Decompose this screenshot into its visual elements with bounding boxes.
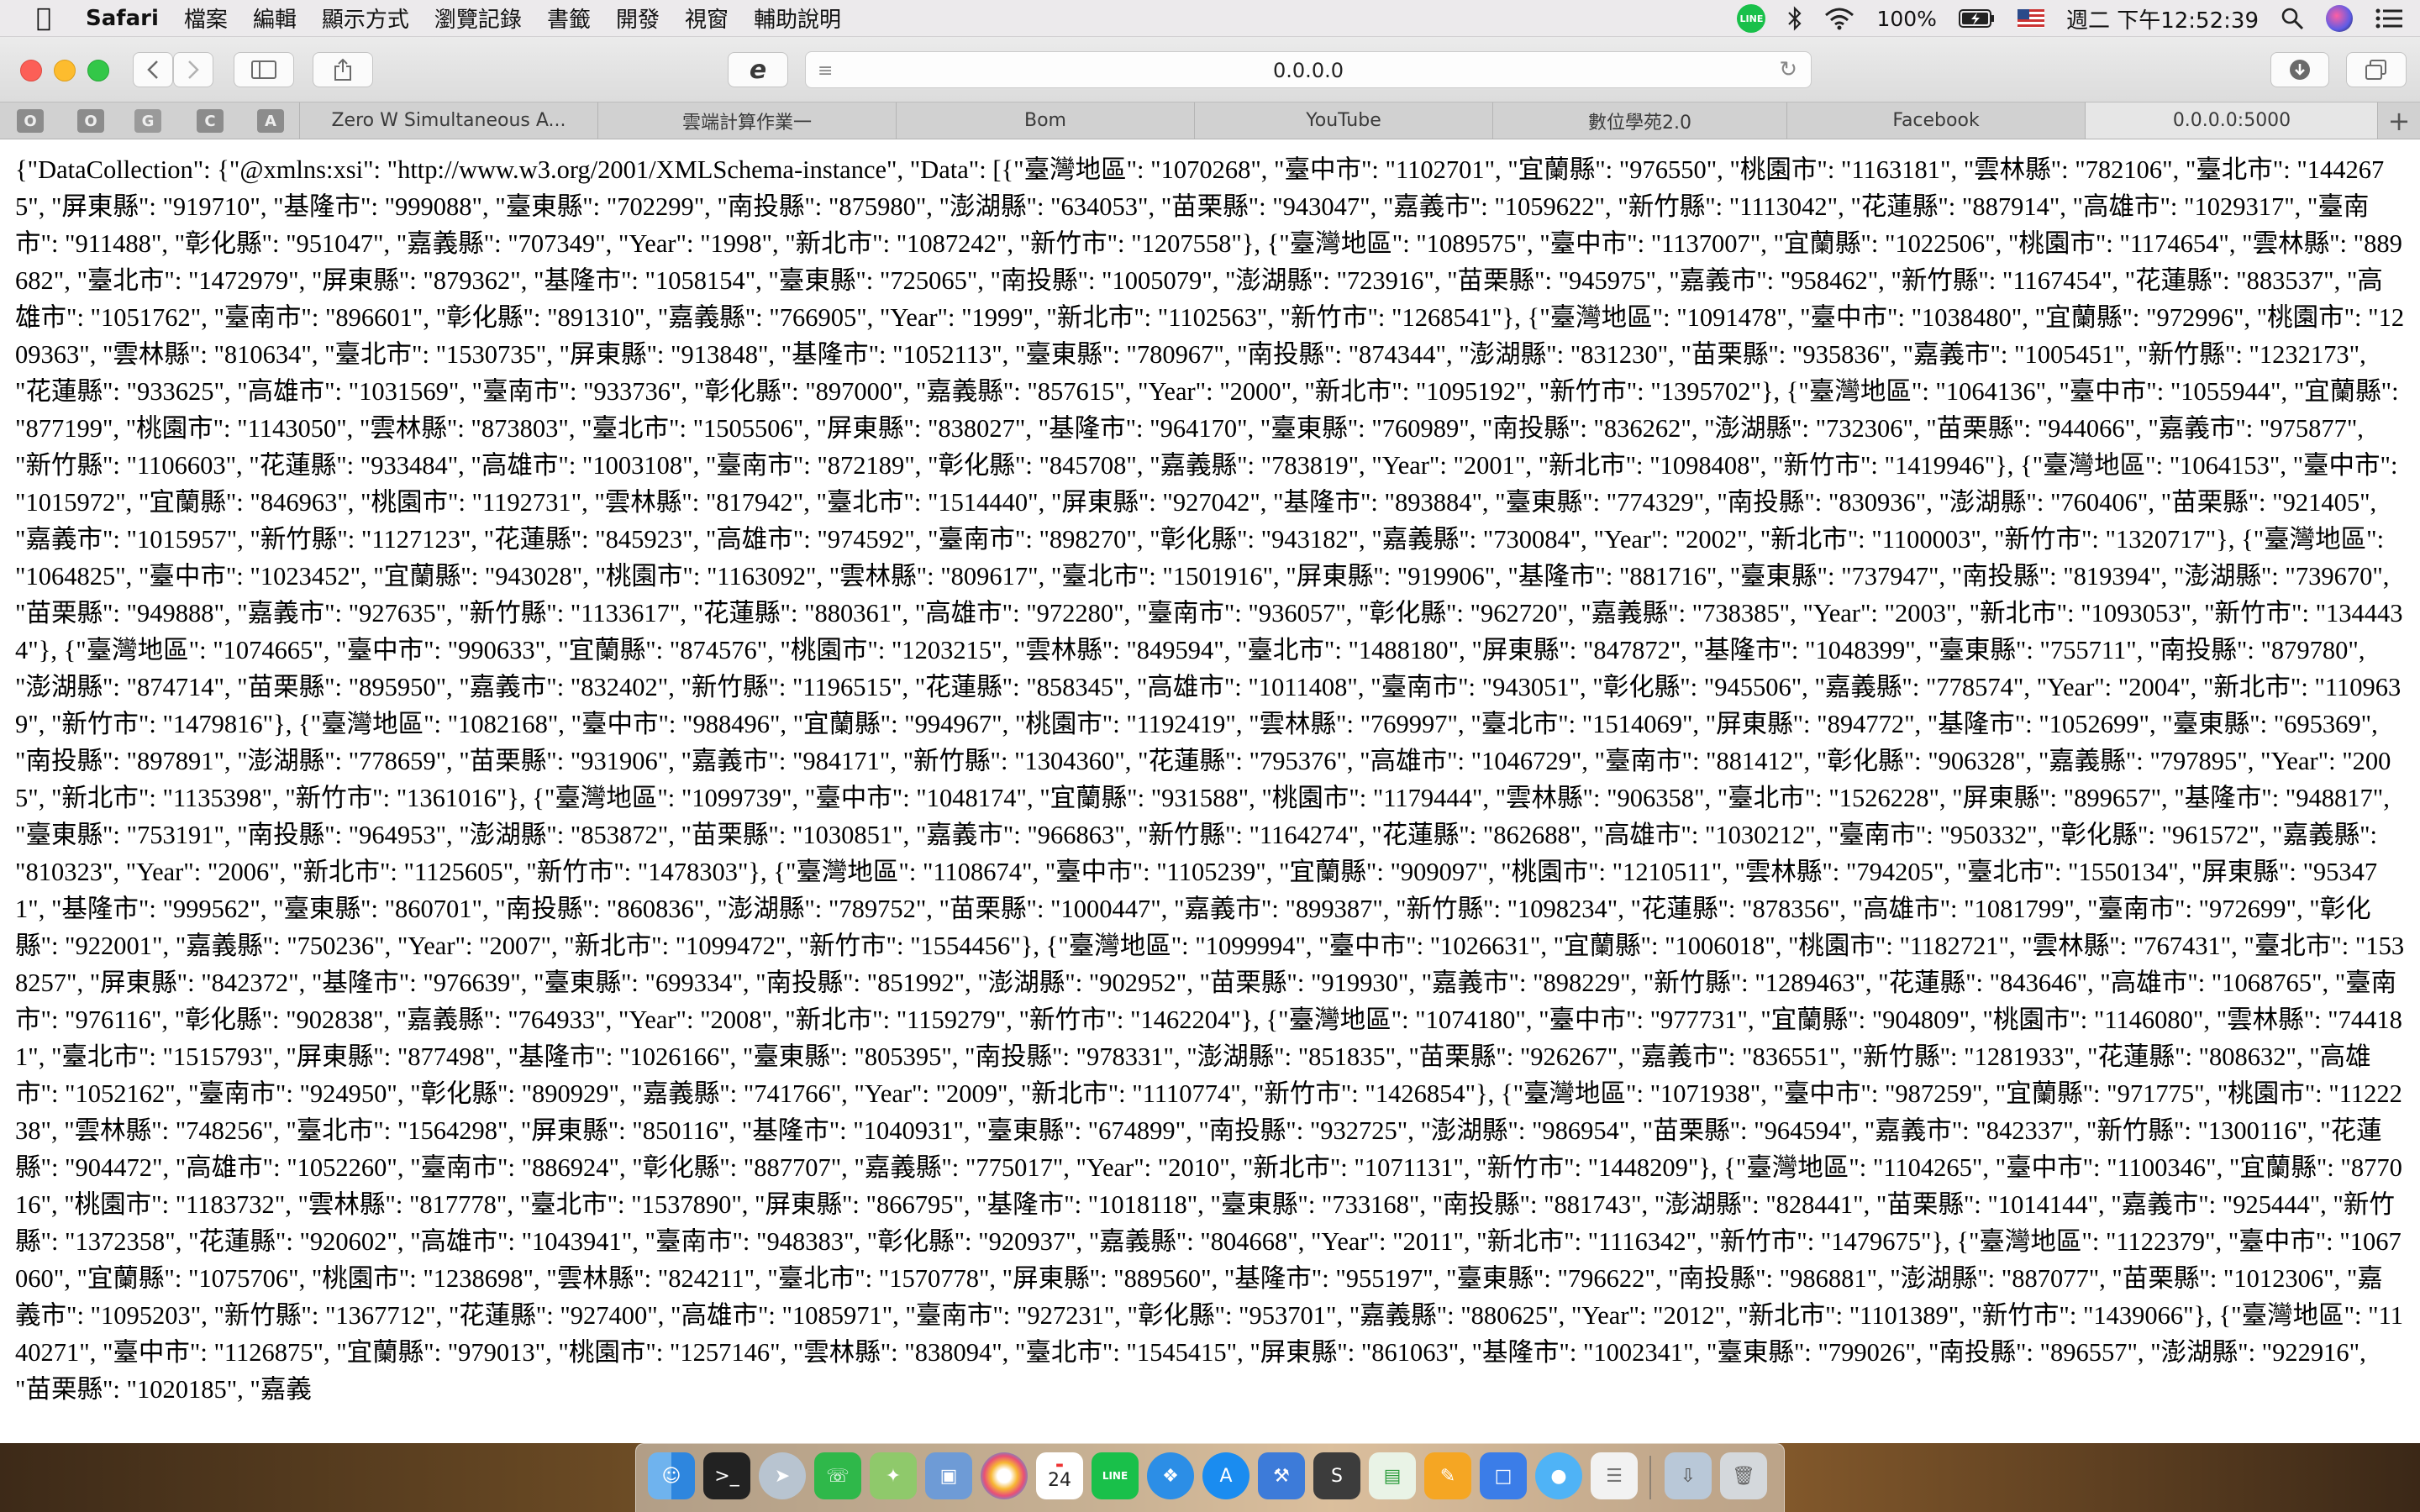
menu-file[interactable]: 檔案 [184, 3, 228, 34]
facetime-icon[interactable]: ☏ [814, 1452, 861, 1499]
chevron-left-icon [147, 60, 158, 79]
photos-icon[interactable] [981, 1452, 1028, 1499]
window-close-button[interactable] [20, 60, 42, 81]
downloads-icon[interactable]: ⇩ [1665, 1452, 1712, 1499]
menu-clock[interactable]: 週二 下午12:52:39 [2066, 3, 2259, 34]
app-store-icon[interactable]: A [1202, 1452, 1249, 1499]
numbers-icon[interactable]: ▤ [1369, 1452, 1416, 1499]
menu-bar:  Safari 檔案 編輯 顯示方式 瀏覽記錄 書籤 開發 視窗 輔助說明 L… [0, 0, 2420, 37]
calendar-day: 24 [1048, 1469, 1071, 1491]
tab-facebook[interactable]: Facebook [1786, 102, 2085, 139]
sublime-icon[interactable]: S [1313, 1452, 1360, 1499]
textedit-icon[interactable]: ☰ [1591, 1452, 1638, 1499]
tab-youtube[interactable]: YouTube [1194, 102, 1492, 139]
pinned-tab-4[interactable]: A [257, 109, 284, 133]
finder-icon[interactable]: ☺ [648, 1452, 695, 1499]
menu-bookmarks[interactable]: 書籤 [547, 3, 591, 34]
xcode-icon[interactable]: ⚒ [1258, 1452, 1305, 1499]
dock-divider [1649, 1456, 1651, 1499]
line-status-icon[interactable]: LINE [1737, 4, 1766, 33]
downloads-button[interactable] [2270, 52, 2329, 87]
tab-bar: O O G C A Zero W Simultaneous A... 雲端計算作… [0, 102, 2420, 139]
trash-icon[interactable]: 🗑 [1720, 1452, 1767, 1499]
pages-icon[interactable]: ✎ [1424, 1452, 1471, 1499]
tab-cloud-homework[interactable]: 雲端計算作業一 [597, 102, 896, 139]
browser-toolbar: e ≡ 0.0.0.0 ↻ [0, 37, 2420, 102]
tab-bom[interactable]: Bom [896, 102, 1194, 139]
battery-charging-icon[interactable] [1958, 8, 1996, 29]
calendar-month-strip: ▬ [1055, 1460, 1064, 1470]
menu-history[interactable]: 瀏覽記錄 [434, 3, 522, 34]
tab-label: Bom [1024, 110, 1066, 131]
back-button[interactable] [133, 52, 173, 87]
tab-label: YouTube [1306, 110, 1381, 131]
menu-window[interactable]: 視窗 [685, 3, 729, 34]
pinned-tab-google[interactable]: G [134, 109, 161, 133]
tab-label: Facebook [1892, 110, 1980, 131]
pinned-tab-2[interactable]: O [77, 109, 104, 133]
tab-label: 0.0.0.0:5000 [2172, 110, 2291, 131]
menu-app-name[interactable]: Safari [86, 6, 159, 31]
new-tab-button[interactable]: + [2377, 102, 2420, 139]
wifi-icon[interactable] [1824, 7, 1854, 30]
tab-label: 雲端計算作業一 [681, 112, 812, 134]
spotlight-search-icon[interactable] [2281, 7, 2304, 30]
apple-menu-icon[interactable]:  [18, 3, 69, 33]
menu-edit[interactable]: 編輯 [253, 3, 297, 34]
menu-help[interactable]: 輔助說明 [754, 3, 841, 34]
download-arrow-icon [2290, 60, 2310, 80]
launchpad-icon[interactable]: ➤ [759, 1452, 806, 1499]
page-content: {"DataCollection": {"@xmlns:xsi": "http:… [0, 139, 2420, 1443]
forward-button[interactable] [173, 52, 213, 87]
terminal-icon[interactable]: >_ [703, 1452, 750, 1499]
messages-icon[interactable]: ● [1535, 1452, 1582, 1499]
siri-icon[interactable] [2326, 5, 2353, 32]
menu-view[interactable]: 顯示方式 [322, 3, 409, 34]
window-minimize-button[interactable] [54, 60, 76, 81]
share-icon [334, 58, 351, 81]
tab-overview-button[interactable] [2346, 52, 2407, 87]
reload-icon[interactable]: ↻ [1779, 57, 1797, 82]
tab-label: 數位學苑2.0 [1588, 112, 1691, 134]
sidebar-button[interactable] [234, 52, 294, 87]
ie-tab-extension-icon: e [749, 55, 767, 85]
menu-develop[interactable]: 開發 [616, 3, 660, 34]
battery-percent: 100% [1876, 6, 1937, 31]
tab-zero-w[interactable]: Zero W Simultaneous A... [299, 102, 597, 139]
bluetooth-icon[interactable] [1787, 6, 1802, 31]
url-text[interactable]: 0.0.0.0 [806, 59, 1811, 82]
status-area: LINE 100% 週二 下午12:52:39 [1737, 0, 2403, 37]
plus-icon: + [2387, 104, 2411, 137]
safari-icon[interactable]: ❖ [1147, 1452, 1194, 1499]
tab-digital-academy[interactable]: 數位學苑2.0 [1492, 102, 1786, 139]
extension-button[interactable]: e [728, 52, 788, 87]
line-icon[interactable]: LINE [1092, 1452, 1139, 1499]
notification-center-icon[interactable] [2375, 8, 2403, 29]
pinned-tab-3[interactable]: C [197, 109, 224, 133]
keynote-icon[interactable]: □ [1480, 1452, 1527, 1499]
input-source-flag-icon[interactable] [2017, 9, 2044, 28]
maps-icon[interactable]: ✦ [870, 1452, 917, 1499]
address-bar[interactable]: ≡ 0.0.0.0 ↻ [805, 51, 1812, 88]
calendar-icon[interactable]: ▬ 24 [1036, 1452, 1083, 1499]
tab-label: Zero W Simultaneous A... [331, 110, 566, 131]
dock: ☺ >_ ➤ ☏ ✦ ▣ ▬ 24 LINE ❖ A ⚒ S ▤ ✎ □ ● ☰… [635, 1443, 1785, 1512]
tab-localhost-active[interactable]: 0.0.0.0:5000 [2085, 102, 2378, 139]
window-fullscreen-button[interactable] [87, 60, 109, 81]
sidebar-icon [251, 60, 276, 79]
preview-icon[interactable]: ▣ [925, 1452, 972, 1499]
share-button[interactable] [313, 52, 373, 87]
chevron-right-icon [188, 60, 199, 79]
tab-overview-icon [2365, 60, 2386, 80]
json-response-text: {"DataCollection": {"@xmlns:xsi": "http:… [15, 155, 2405, 1404]
pinned-tab-1[interactable]: O [17, 109, 44, 133]
